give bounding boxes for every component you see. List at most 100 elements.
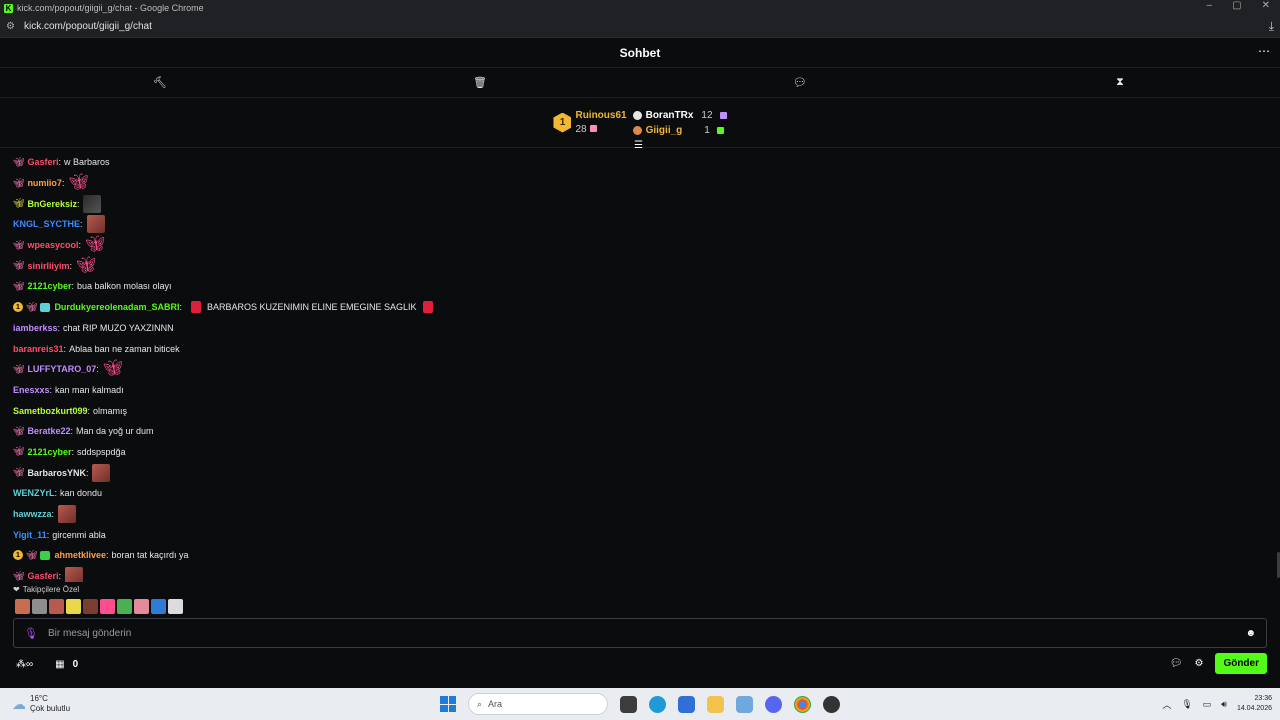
chat-message: WENZYrL: kan dondu [13, 483, 1267, 504]
discord-icon[interactable] [765, 695, 782, 713]
chat-messages[interactable]: 🦋︎ Gasferi: w Barbaros 🦋︎ numiio7: 🦋︎ 🦋︎ BnGere… [0, 148, 1280, 582]
leaderboard-entry[interactable]: Giigii_g 1 [632, 123, 727, 138]
store-app-icon[interactable] [678, 695, 695, 713]
volume-icon[interactable]: 🔊︎ [1221, 699, 1227, 710]
message-colon: : [87, 405, 91, 416]
butterfly-badge-icon: 🦋︎ [13, 156, 25, 167]
message-username[interactable]: sinirliiyim [27, 261, 69, 271]
maximize-icon[interactable]: ▢ [1232, 0, 1241, 11]
weather-temp: 16°C [30, 694, 48, 703]
message-username[interactable]: hawwzza [13, 509, 52, 519]
minimize-icon[interactable]: – [1207, 0, 1213, 11]
message-username[interactable]: Beratke22 [27, 426, 70, 436]
chat-bubble-icon[interactable]: 💬︎ [640, 76, 960, 89]
leaderboard-entry[interactable]: BoranTRx 12 [632, 108, 727, 123]
windows-start-icon[interactable] [440, 696, 456, 712]
emote-button[interactable] [100, 598, 115, 614]
url-text[interactable]: kick.com/popout/giigii_g/chat [24, 21, 152, 32]
message-username[interactable]: Yigit_11 [13, 530, 47, 540]
chat-bubble-icon[interactable]: 💬︎ [1170, 658, 1183, 669]
settings-app-icon[interactable] [736, 695, 753, 713]
task-view-icon[interactable] [620, 695, 637, 713]
butterfly-badge-icon: 🦋︎ [26, 549, 38, 560]
send-button[interactable]: Gönder [1215, 653, 1267, 674]
trash-icon[interactable]: 🗑︎ [320, 76, 640, 89]
chat-message: iamberkss: chat RIP MUZO YAXZINNN [13, 318, 1267, 339]
emote-button[interactable] [49, 598, 64, 614]
emote-button[interactable] [134, 598, 149, 614]
weather-widget[interactable]: ☁ 16°C Çok bulutlu [0, 694, 200, 714]
emoji-icon[interactable]: ☻ [1245, 628, 1256, 639]
message-input-box[interactable]: 🎙︎ ☻ [13, 618, 1267, 648]
message-username[interactable]: Gasferi [27, 157, 58, 167]
message-username[interactable]: 2121cyber [27, 281, 71, 291]
emote-button[interactable] [151, 598, 166, 614]
message-username[interactable]: Gasferi [27, 571, 58, 581]
message-username[interactable]: numiio7 [27, 178, 62, 188]
points-icon[interactable]: ⁂∞ [16, 659, 33, 670]
edge-icon[interactable] [649, 695, 666, 713]
emote-button[interactable] [117, 598, 132, 614]
butterfly-emote: 🦋︎ [75, 256, 97, 274]
message-username[interactable]: iamberkss [13, 323, 58, 333]
emote-button[interactable] [168, 598, 183, 614]
message-username[interactable]: 2121cyber [27, 447, 71, 457]
butterfly-badge-icon: 🦋︎ [13, 446, 25, 457]
message-colon: : [51, 509, 55, 520]
address-bar[interactable]: ⚙ kick.com/popout/giigii_g/chat ⤓ [0, 16, 1280, 38]
message-username[interactable]: ahmetklivee [54, 550, 106, 560]
message-username[interactable]: LUFFYTARO_07 [27, 364, 96, 374]
taskbar-search[interactable]: ⌕ Ara [468, 693, 608, 715]
emote-button[interactable] [66, 598, 81, 614]
chat-message: 1 🦋︎ ahmetklivee: boran tat kaçırdı ya [13, 545, 1267, 566]
emote-button[interactable] [15, 598, 30, 614]
turkey-flag-emote [191, 301, 201, 314]
clock[interactable]: 23:36 14.04.2026 [1237, 694, 1272, 714]
message-username[interactable]: wpeasycool [27, 240, 78, 250]
network-icon[interactable]: ▭ [1203, 699, 1212, 710]
gift-leaderboard: 1 Ruinous61 28 BoranTRx 12 Giigii_g 1 ☰ [0, 98, 1280, 151]
message-text: bua balkon molası olayı [77, 281, 172, 292]
chat-bottom-bar: ⁂∞ ▦ 0 💬︎ ⚙ Gönder [0, 648, 1280, 681]
microphone-icon[interactable]: 🎙︎ [24, 627, 38, 640]
leaderboard-count: 1 [704, 124, 710, 136]
store-icon[interactable]: ▦ [55, 659, 64, 670]
microphone-tray-icon[interactable]: 🎙︎ [1181, 699, 1192, 710]
more-options-icon[interactable]: ⋯ [1258, 44, 1270, 58]
message-username[interactable]: baranreis31 [13, 344, 64, 354]
message-username[interactable]: Enesxxs [13, 385, 50, 395]
emote-button[interactable] [32, 598, 47, 614]
followers-label-text: Takipçilere Özel [22, 584, 80, 594]
settings-gear-icon[interactable]: ⚙ [1194, 658, 1203, 669]
file-explorer-icon[interactable] [707, 695, 724, 713]
message-colon: : [71, 281, 74, 292]
message-username[interactable]: WENZYrL [13, 488, 55, 498]
leaderboard-name: Giigii_g [645, 124, 683, 136]
site-info-icon[interactable]: ⚙ [6, 21, 18, 32]
emote-button[interactable] [83, 598, 98, 614]
message-username[interactable]: BarbarosYNK [27, 468, 86, 478]
chat-message: 🦋︎ numiio7: 🦋︎ [13, 173, 1267, 194]
hourglass-icon[interactable]: ⧗ [960, 76, 1280, 89]
close-icon[interactable]: ✕ [1262, 0, 1270, 11]
obs-icon[interactable] [823, 695, 840, 713]
chevron-up-icon[interactable]: ︿ [1162, 698, 1171, 711]
chrome-icon[interactable] [794, 695, 811, 713]
message-colon: : [58, 157, 61, 168]
ban-hammer-icon[interactable]: 🔨︎ [0, 76, 320, 89]
message-username[interactable]: KNGL_SYCTHE [13, 219, 80, 229]
download-icon[interactable]: ⤓ [1269, 19, 1274, 34]
leaderboard-first[interactable]: 1 Ruinous61 28 [553, 109, 627, 137]
chat-header: Sohbet ⋯ [0, 38, 1280, 68]
message-text: boran tat kaçırdı ya [111, 550, 189, 561]
message-input[interactable] [47, 627, 1246, 639]
message-username[interactable]: Durdukyereolenadam_SABRI [54, 302, 179, 312]
message-username[interactable]: BnGereksiz [27, 199, 77, 209]
gift-icon [716, 126, 724, 134]
clock-time: 23:36 [1254, 695, 1272, 702]
cloud-icon: ☁ [12, 695, 26, 712]
chat-message: baranreis31: Ablaa ban ne zaman biticek [13, 338, 1267, 359]
message-text: sddspspdğa [77, 446, 126, 457]
turkey-flag-emote [422, 301, 433, 314]
message-username[interactable]: Sametbozkurt099 [13, 406, 88, 416]
